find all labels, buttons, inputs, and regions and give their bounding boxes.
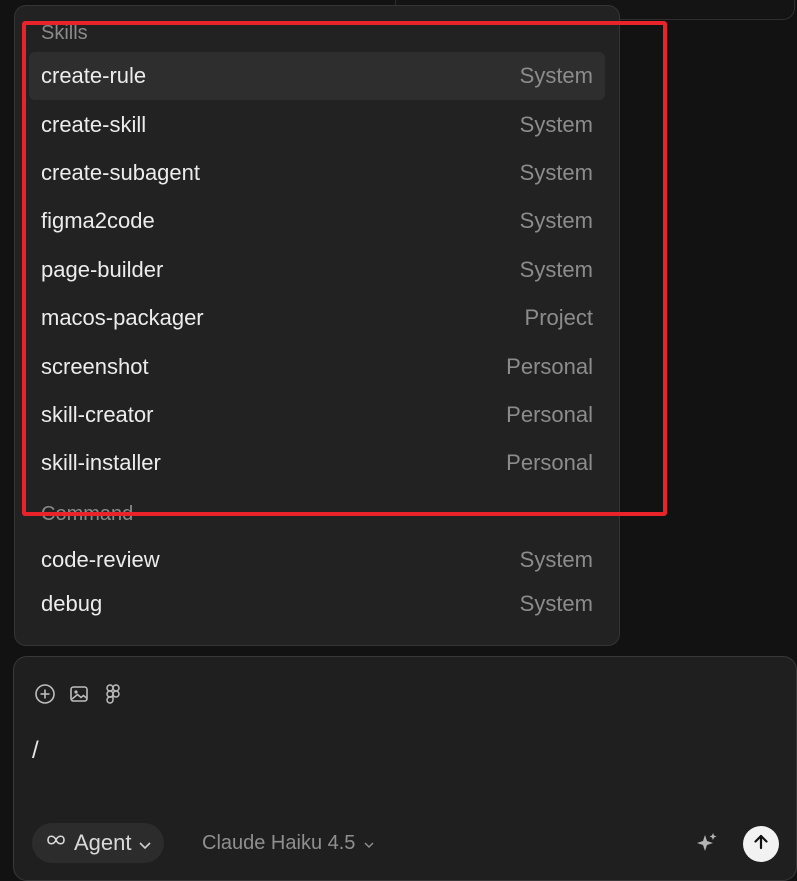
arrow-up-icon xyxy=(751,832,771,857)
skill-name: create-subagent xyxy=(41,159,200,185)
skill-item-figma2code[interactable]: figma2code System xyxy=(29,197,605,245)
command-item-debug[interactable]: debug System xyxy=(29,584,605,624)
skill-source: System xyxy=(519,208,593,234)
skill-item-skill-installer[interactable]: skill-installer Personal xyxy=(29,439,605,487)
skill-name: macos-packager xyxy=(41,305,204,331)
sparkle-icon[interactable] xyxy=(694,830,720,856)
command-section-header: Command xyxy=(41,503,134,526)
slash-command-popup: Skills create-rule System create-skill S… xyxy=(14,5,620,646)
add-circle-icon[interactable] xyxy=(34,683,56,705)
skill-source: Project xyxy=(524,305,593,331)
skill-source: System xyxy=(519,256,593,282)
agent-mode-selector[interactable]: Agent xyxy=(32,823,164,863)
skill-name: create-rule xyxy=(41,63,147,89)
skill-source: System xyxy=(519,111,593,137)
skill-source: Personal xyxy=(506,450,593,476)
command-name: debug xyxy=(41,590,103,616)
skill-name: figma2code xyxy=(41,208,155,234)
agent-mode-label: Agent xyxy=(74,830,132,855)
skill-item-screenshot[interactable]: screenshot Personal xyxy=(29,342,605,390)
chevron-down-icon xyxy=(363,832,375,855)
figma-icon[interactable] xyxy=(102,683,124,705)
skill-source: Personal xyxy=(506,353,593,379)
model-selector[interactable]: Claude Haiku 4.5 xyxy=(202,823,375,863)
skill-item-page-builder[interactable]: page-builder System xyxy=(29,246,605,294)
composer-input[interactable]: / xyxy=(32,737,39,765)
skill-source: System xyxy=(519,159,593,185)
skill-item-create-subagent[interactable]: create-subagent System xyxy=(29,149,605,197)
skill-item-create-skill[interactable]: create-skill System xyxy=(29,100,605,148)
skill-item-create-rule[interactable]: create-rule System xyxy=(29,52,605,101)
skill-name: create-skill xyxy=(41,111,147,137)
skill-name: skill-creator xyxy=(41,401,154,427)
infinity-agent-icon xyxy=(44,830,68,856)
skill-source: System xyxy=(519,63,593,89)
skill-name: page-builder xyxy=(41,256,164,282)
command-name: code-review xyxy=(41,546,160,572)
skills-section-header: Skills xyxy=(41,21,88,44)
skill-source: Personal xyxy=(506,401,593,427)
image-icon[interactable] xyxy=(68,683,90,705)
send-button[interactable] xyxy=(743,826,779,862)
skill-name: skill-installer xyxy=(41,450,161,476)
command-source: System xyxy=(519,546,593,572)
command-item-code-review[interactable]: code-review System xyxy=(29,536,605,584)
skill-item-skill-creator[interactable]: skill-creator Personal xyxy=(29,391,605,439)
composer-toolbar xyxy=(34,683,124,705)
chevron-down-icon xyxy=(138,830,152,856)
chat-composer: / Agent Claude Haiku 4.5 xyxy=(13,656,797,881)
command-source: System xyxy=(519,590,593,616)
skill-item-macos-packager[interactable]: macos-packager Project xyxy=(29,294,605,342)
skill-name: screenshot xyxy=(41,353,149,379)
model-label: Claude Haiku 4.5 xyxy=(202,831,356,854)
